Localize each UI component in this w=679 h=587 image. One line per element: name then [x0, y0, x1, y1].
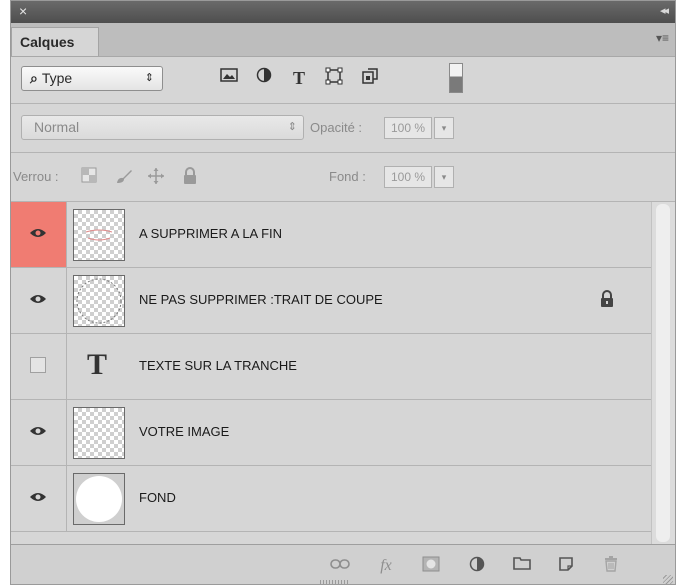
eye-icon [30, 295, 46, 303]
layer-lock-icon [601, 290, 613, 307]
layers-scrollbar[interactable] [651, 202, 675, 544]
visibility-toggle[interactable] [11, 202, 67, 267]
visibility-toggle[interactable] [11, 268, 67, 333]
fill-dropdown-button[interactable]: ▾ [434, 166, 454, 188]
eye-icon [30, 427, 46, 435]
panel-titlebar: × ◂◂ [11, 1, 675, 24]
link-layers-icon[interactable] [329, 556, 351, 576]
filter-row: ⌕ Type ⇕ T [11, 57, 675, 104]
layer-thumbnail [73, 473, 125, 525]
panel-footer: fx [11, 544, 675, 584]
layer-thumbnail [73, 407, 125, 459]
lock-transparent-pixels-icon[interactable] [80, 167, 98, 185]
blend-mode-select[interactable]: Normal ⇕ [21, 115, 304, 140]
shape-filter-icon[interactable] [323, 67, 345, 89]
fill-label: Fond : [329, 169, 366, 184]
layer-name: VOTRE IMAGE [139, 424, 230, 439]
layer-row[interactable]: FOND [11, 466, 651, 532]
layer-row[interactable]: VOTRE IMAGE [11, 400, 651, 466]
smart-object-filter-icon[interactable] [359, 67, 381, 89]
blend-row: Normal ⇕ Opacité : 100 % ▾ [11, 104, 675, 153]
lock-all-icon[interactable] [181, 167, 199, 185]
eye-icon [30, 493, 46, 501]
layer-thumbnail [73, 209, 125, 261]
lock-label: Verrou : [13, 169, 59, 184]
opacity-label: Opacité : [310, 120, 363, 135]
layer-row[interactable]: T TEXTE SUR LA TRANCHE [11, 334, 651, 400]
fill-field[interactable]: 100 % [384, 166, 432, 188]
resize-grip[interactable] [320, 580, 350, 584]
layer-name: TEXTE SUR LA TRANCHE [139, 358, 297, 373]
type-filter-icon[interactable]: T [288, 67, 310, 89]
filter-toggle[interactable] [449, 63, 463, 93]
panel-menu-icon[interactable]: ▾≡ [656, 31, 669, 45]
tab-bar: Calques ▾≡ [11, 23, 675, 57]
delete-layer-icon[interactable] [600, 556, 622, 576]
add-mask-icon[interactable] [420, 556, 442, 576]
adjustment-filter-icon[interactable] [253, 67, 275, 89]
fx-icon[interactable]: fx [375, 556, 397, 576]
tab-calques[interactable]: Calques [11, 27, 99, 56]
new-layer-icon[interactable] [555, 556, 577, 576]
hidden-visibility-box [30, 357, 46, 373]
filter-kind-value: Type [41, 70, 73, 86]
layer-thumbnail [73, 275, 125, 327]
layers-list: A SUPPRIMER A LA FIN NE PAS SUPPRIMER :T… [11, 202, 651, 544]
visibility-toggle[interactable] [11, 334, 67, 399]
layer-name: A SUPPRIMER A LA FIN [139, 226, 283, 241]
opacity-field[interactable]: 100 % [384, 117, 432, 139]
type-layer-icon: T [87, 348, 108, 381]
select-arrows-icon: ⇕ [287, 121, 297, 133]
visibility-toggle[interactable] [11, 466, 67, 531]
scrollbar-thumb[interactable] [656, 204, 670, 542]
layer-name: NE PAS SUPPRIMER :TRAIT DE COUPE [139, 292, 383, 307]
image-filter-icon[interactable] [218, 67, 240, 89]
layer-name: FOND [139, 490, 176, 505]
filter-kind-select[interactable]: ⌕ Type ⇕ [21, 66, 163, 91]
eye-icon [30, 229, 46, 237]
layers-panel: × ◂◂ Calques ▾≡ ⌕ Type ⇕ T Normal ⇕ Opac… [10, 0, 676, 585]
corner-resize-handle[interactable] [663, 575, 673, 584]
lock-row: Verrou : Fond : 100 % ▾ [11, 153, 675, 202]
new-adjustment-icon[interactable] [466, 556, 488, 576]
close-icon[interactable]: × [19, 3, 27, 19]
lock-image-pixels-icon[interactable] [115, 167, 133, 185]
new-group-icon[interactable] [511, 556, 533, 576]
collapse-icon[interactable]: ◂◂ [660, 4, 669, 17]
visibility-toggle[interactable] [11, 400, 67, 465]
search-icon: ⌕ [30, 70, 38, 86]
opacity-dropdown-button[interactable]: ▾ [434, 117, 454, 139]
lock-position-icon[interactable] [147, 167, 165, 185]
layer-row[interactable]: A SUPPRIMER A LA FIN [11, 202, 651, 268]
blend-mode-value: Normal [34, 119, 80, 135]
layer-row[interactable]: NE PAS SUPPRIMER :TRAIT DE COUPE [11, 268, 651, 334]
select-arrows-icon: ⇕ [144, 72, 154, 84]
